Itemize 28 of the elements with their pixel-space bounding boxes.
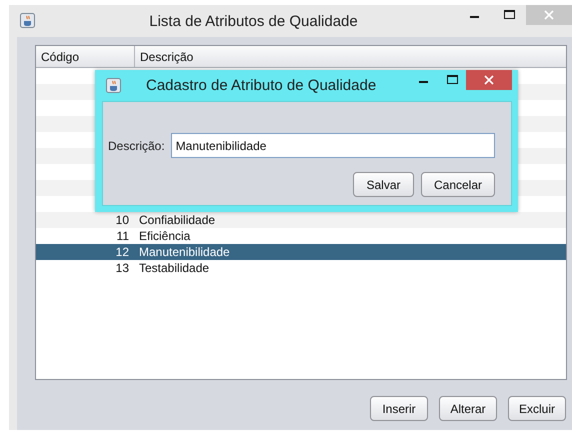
code-cell-text: 12 [114, 245, 129, 259]
dialog-button[interactable]: Salvar [353, 172, 414, 197]
maximize-icon [504, 10, 514, 20]
table-row[interactable]: 12 Manutenibilidade [36, 244, 566, 260]
description-cell-text: Manutenibilidade [138, 245, 230, 259]
description-field[interactable]: Manutenibilidade [170, 133, 495, 158]
action-button[interactable]: Inserir [370, 396, 428, 421]
java-app-icon [106, 78, 121, 93]
close-icon [484, 75, 494, 85]
description-cell-text: Testabilidade [138, 261, 210, 275]
column-header[interactable]: Código [36, 46, 135, 67]
description-cell-text: Eficiência [138, 229, 190, 243]
code-cell-text: 10 [114, 213, 129, 227]
close-button[interactable] [466, 70, 512, 90]
field-label: Descrição: [108, 138, 165, 152]
description-cell-text: Confiabilidade [138, 213, 216, 227]
close-icon [544, 10, 554, 20]
action-button[interactable]: Alterar [439, 396, 497, 421]
action-button[interactable]: Excluir [508, 396, 566, 421]
dialog-button[interactable]: Cancelar [421, 172, 495, 197]
window-title: Lista de Atributos de Qualidade [148, 12, 359, 30]
column-header[interactable]: Descrição [135, 46, 566, 67]
maximize-icon [446, 75, 458, 85]
code-cell-text: 11 [116, 229, 129, 243]
dialog-title: Cadastro de Atributo de Qualidade [146, 77, 378, 94]
table-row[interactable]: 10 Confiabilidade [36, 212, 566, 228]
java-app-icon [20, 13, 35, 28]
code-cell-text: 13 [114, 261, 129, 275]
